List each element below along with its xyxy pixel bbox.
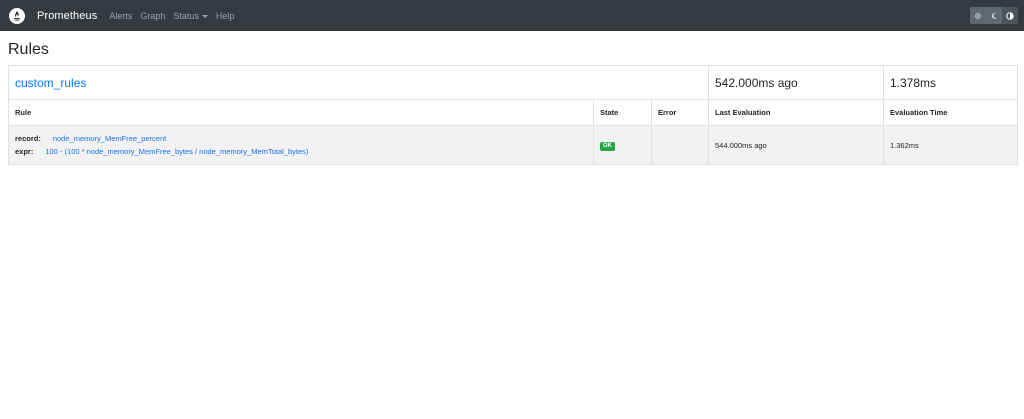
nav-help[interactable]: Help	[216, 11, 235, 21]
page-title: Rules	[8, 41, 49, 58]
column-header-evaluation-time: Evaluation Time	[883, 99, 1018, 127]
brand-name: Prometheus	[37, 9, 98, 22]
state-badge: OK	[600, 141, 615, 151]
moon-icon	[991, 12, 997, 19]
nav-alerts[interactable]: Alerts	[109, 11, 132, 21]
contrast-icon	[1006, 11, 1014, 20]
column-header-state: State	[593, 99, 652, 127]
table-row: record: node_memory_MemFree_percent expr:…	[8, 125, 1018, 166]
theme-dark-button[interactable]	[986, 7, 1002, 24]
expr-link[interactable]: 100 - (100 * node_memory_MemFree_bytes /…	[45, 147, 308, 156]
theme-auto-button[interactable]	[1002, 7, 1018, 24]
caret-down-icon	[201, 14, 208, 18]
expr-line: expr: 100 - (100 * node_memory_MemFree_by…	[15, 145, 587, 158]
group-evaluation-time: 1.378ms	[883, 65, 1018, 101]
group-name-link[interactable]: custom_rules	[15, 76, 86, 90]
record-link[interactable]: node_memory_MemFree_percent	[53, 134, 166, 143]
table-header-row: Rule State Error Last Evaluation Evaluat…	[8, 99, 1018, 127]
theme-light-button[interactable]	[970, 7, 986, 24]
navbar: Prometheus Alerts Graph Status Help	[0, 0, 1024, 31]
column-header-rule: Rule	[8, 99, 594, 127]
evaluation-time-cell: 1.362ms	[883, 125, 1018, 166]
sun-icon	[975, 12, 981, 19]
column-header-error: Error	[651, 99, 709, 127]
nav-graph[interactable]: Graph	[140, 11, 165, 21]
theme-toggle-group	[970, 7, 1018, 24]
record-line: record: node_memory_MemFree_percent	[15, 132, 587, 145]
main-content: Rules custom_rules 542.000ms ago 1.378ms…	[0, 40, 1024, 166]
group-last-evaluation: 542.000ms ago	[708, 65, 884, 101]
nav-status-dropdown[interactable]: Status	[173, 11, 208, 21]
prometheus-logo-icon	[9, 7, 25, 24]
rules-table: custom_rules 542.000ms ago 1.378ms Rule …	[8, 65, 1018, 166]
error-cell	[651, 125, 709, 166]
brand[interactable]: Prometheus	[9, 7, 98, 24]
state-cell: OK	[593, 125, 652, 166]
group-header-row: custom_rules 542.000ms ago 1.378ms	[8, 65, 1018, 101]
last-evaluation-cell: 544.000ms ago	[708, 125, 884, 166]
nav-status-label: Status	[173, 10, 199, 21]
expr-label: expr:	[15, 147, 34, 157]
column-header-last-evaluation: Last Evaluation	[708, 99, 884, 127]
nav-links: Alerts Graph Status Help	[109, 11, 234, 21]
record-label: record:	[15, 134, 41, 144]
rule-cell: record: node_memory_MemFree_percent expr:…	[8, 125, 594, 166]
